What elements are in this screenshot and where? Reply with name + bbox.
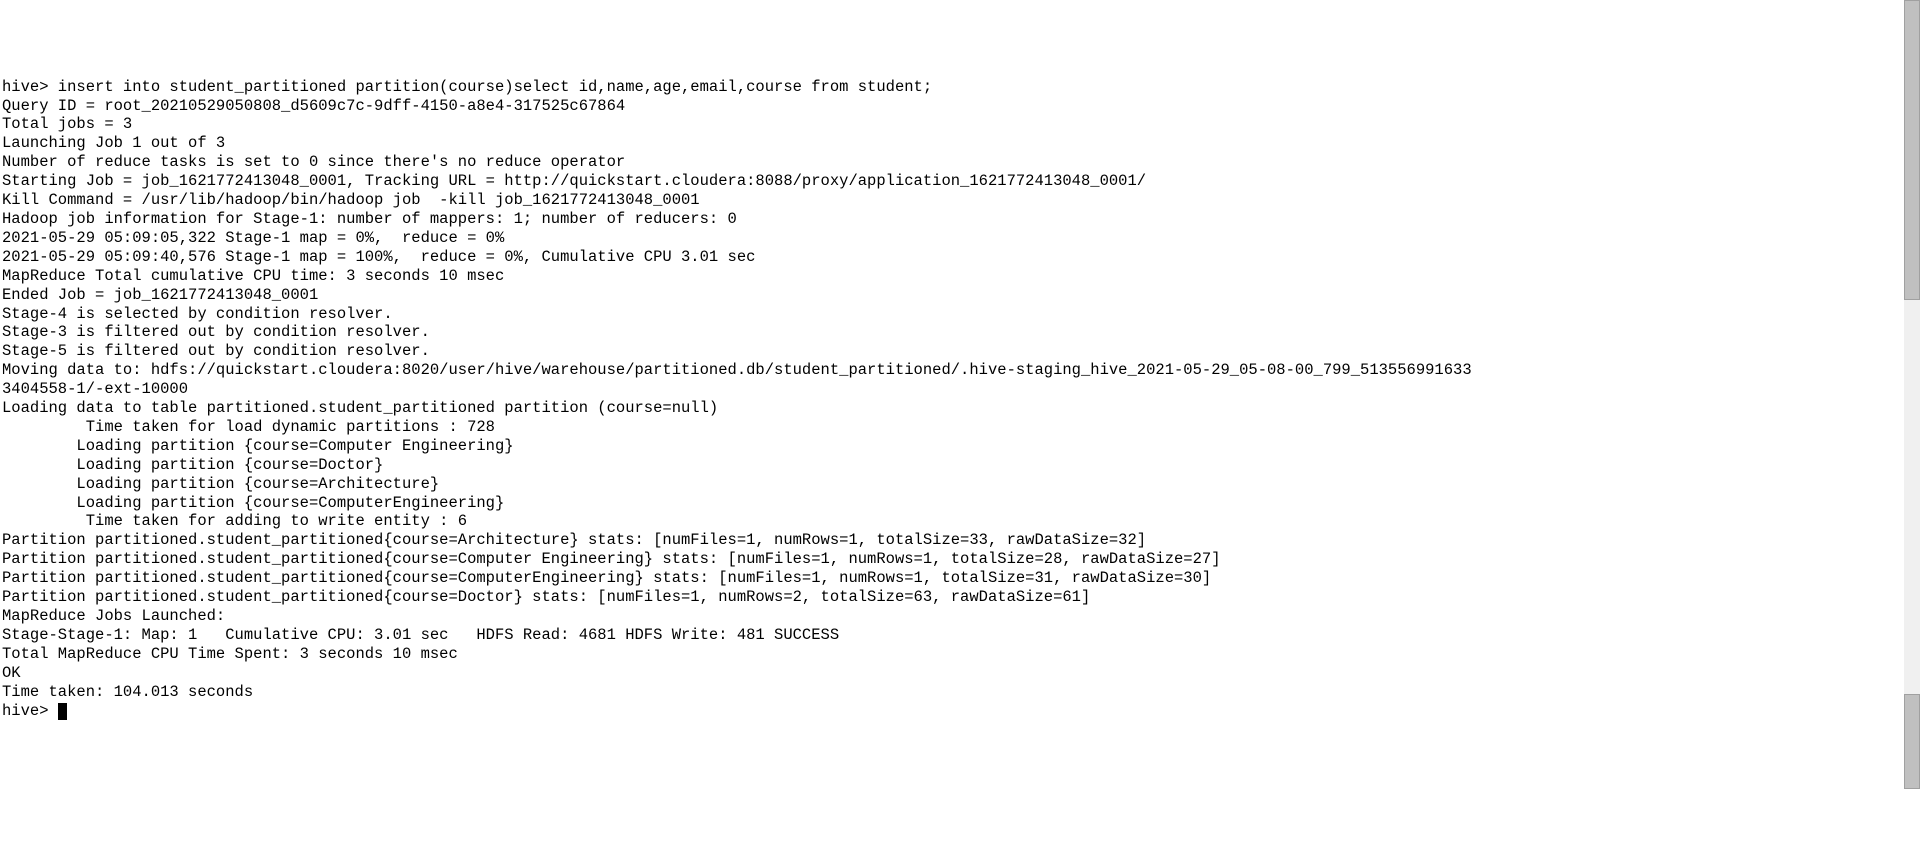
output-line: Total MapReduce CPU Time Spent: 3 second… (2, 645, 458, 663)
scrollbar-thumb[interactable] (1904, 0, 1920, 300)
output-line: Loading partition {course=Architecture} (2, 475, 439, 493)
cursor-icon (58, 703, 67, 720)
output-line: Moving data to: hdfs://quickstart.cloude… (2, 361, 1472, 379)
scrollbar-thumb[interactable] (1904, 694, 1920, 789)
output-line: hive> insert into student_partitioned pa… (2, 78, 932, 96)
output-line: Loading partition {course=Computer Engin… (2, 437, 514, 455)
output-line: Total jobs = 3 (2, 115, 132, 133)
output-line: Stage-4 is selected by condition resolve… (2, 305, 393, 323)
output-line: Time taken for load dynamic partitions :… (2, 418, 495, 436)
output-line: Stage-5 is filtered out by condition res… (2, 342, 430, 360)
output-line: Partition partitioned.student_partitione… (2, 531, 1146, 549)
output-line: OK (2, 664, 21, 682)
scrollbar-track[interactable] (1904, 0, 1920, 789)
output-line: Time taken for adding to write entity : … (2, 512, 467, 530)
output-line: Time taken: 104.013 seconds (2, 683, 253, 701)
prompt: hive> (2, 702, 58, 720)
output-line: Partition partitioned.student_partitione… (2, 588, 1090, 606)
output-line: Starting Job = job_1621772413048_0001, T… (2, 172, 1146, 190)
output-line: Hadoop job information for Stage-1: numb… (2, 210, 737, 228)
output-line: Number of reduce tasks is set to 0 since… (2, 153, 625, 171)
output-line: Kill Command = /usr/lib/hadoop/bin/hadoo… (2, 191, 700, 209)
output-line: 3404558-1/-ext-10000 (2, 380, 188, 398)
output-line: Stage-Stage-1: Map: 1 Cumulative CPU: 3.… (2, 626, 839, 644)
output-line: Query ID = root_20210529050808_d5609c7c-… (2, 97, 625, 115)
output-line: Launching Job 1 out of 3 (2, 134, 225, 152)
output-line: Loading partition {course=ComputerEngine… (2, 494, 504, 512)
output-line: Ended Job = job_1621772413048_0001 (2, 286, 318, 304)
output-line: 2021-05-29 05:09:05,322 Stage-1 map = 0%… (2, 229, 504, 247)
output-line: 2021-05-29 05:09:40,576 Stage-1 map = 10… (2, 248, 755, 266)
output-line: MapReduce Jobs Launched: (2, 607, 225, 625)
output-line: Partition partitioned.student_partitione… (2, 550, 1221, 568)
output-line: Loading partition {course=Doctor} (2, 456, 383, 474)
output-line: Partition partitioned.student_partitione… (2, 569, 1211, 587)
output-line: MapReduce Total cumulative CPU time: 3 s… (2, 267, 504, 285)
terminal-output[interactable]: hive> insert into student_partitioned pa… (2, 78, 1562, 721)
output-line: Loading data to table partitioned.studen… (2, 399, 718, 417)
output-line: Stage-3 is filtered out by condition res… (2, 323, 430, 341)
